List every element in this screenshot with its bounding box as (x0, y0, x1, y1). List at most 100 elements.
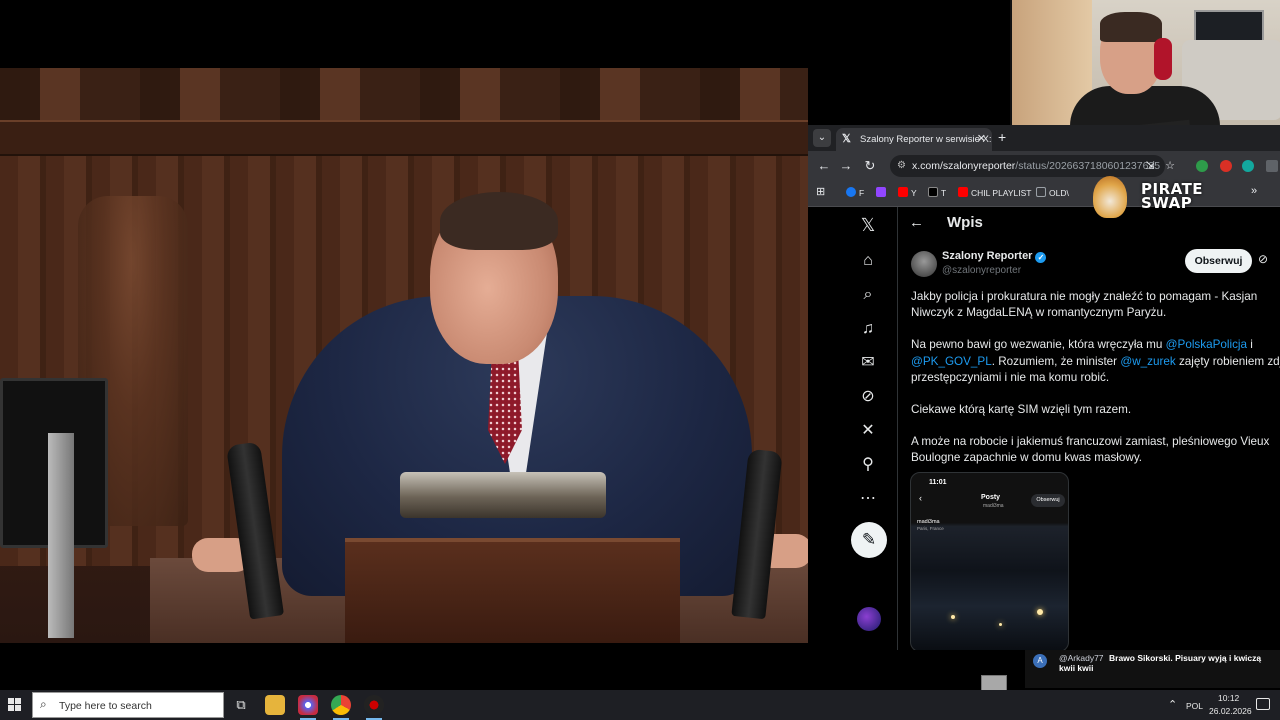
clock-date[interactable]: 26.02.2026 (1209, 706, 1252, 716)
tab-active[interactable]: 𝕏 Szalony Reporter w serwisie X: ✕ (836, 128, 992, 151)
search-placeholder: Type here to search (59, 700, 152, 712)
bookmark-item[interactable]: CHIL PLAYLIST (958, 187, 1031, 198)
brand-text: PIRATE SWAP (1141, 180, 1204, 212)
screen: ⌄ 𝕏 Szalony Reporter w serwisie X: ✕ + ←… (0, 0, 1280, 720)
obs-icon[interactable] (364, 695, 384, 720)
chat-message: Brawo Sikorski. Pisuary wyją i kwiczą (1109, 653, 1262, 663)
chat-avatar: A (1033, 654, 1047, 668)
tray-overflow-icon[interactable]: ⌃ (1168, 698, 1177, 711)
new-tab-button[interactable]: + (998, 129, 1006, 145)
x-post-view: ← Wpis Szalony Reporter ✓ @szalonyreporte… (899, 207, 1280, 650)
post-paragraph: Ciekawe którą kartę SIM wzięli tym razem… (911, 403, 1132, 417)
embedded-title: Posty (981, 494, 1001, 501)
browser-app-icon[interactable] (298, 695, 318, 720)
home-icon[interactable]: ⌂ (858, 251, 878, 271)
x-sidebar: 𝕏 ⌂ ⌕ ♫ ✉ ⊘ ✕ ⚲ ⋯ ✎ (808, 207, 898, 650)
author-name-link[interactable]: Szalony Reporter ✓ (942, 250, 1047, 263)
bookmark-star-icon[interactable]: ☆ (1160, 156, 1180, 176)
extension-red-icon[interactable] (1220, 160, 1232, 172)
bookmark-folder[interactable]: OLD\ (1036, 187, 1069, 198)
back-icon[interactable]: ← (814, 156, 834, 176)
windows-start-icon[interactable] (8, 698, 22, 712)
apps-grid-icon[interactable]: ⊞ (816, 185, 825, 198)
clock-time[interactable]: 10:12 (1218, 693, 1239, 703)
premium-x-icon[interactable]: ✕ (858, 421, 878, 441)
night-light (951, 615, 955, 619)
bookmark-item[interactable]: F (846, 187, 864, 198)
page-title: Wpis (947, 214, 983, 231)
more-icon[interactable]: ⋯ (858, 489, 878, 509)
monitor-stand (48, 433, 74, 638)
grok-icon[interactable]: ⊘ (858, 387, 878, 407)
bookmark-item[interactable] (876, 187, 889, 198)
wood-cornice (0, 120, 808, 156)
lectern-top (400, 472, 606, 518)
file-explorer-icon[interactable] (265, 695, 285, 715)
streamer-hair (1100, 12, 1162, 42)
url-path: /status/2026637180601237635 (1015, 160, 1161, 172)
chrome-icon[interactable] (331, 695, 351, 720)
profile-icon[interactable]: ⚲ (858, 455, 878, 475)
site-info-icon[interactable]: ⚙ (897, 155, 906, 177)
compose-post-button[interactable]: ✎ (851, 522, 887, 558)
facebook-icon (846, 187, 856, 197)
search-icon[interactable]: ⌕ (858, 285, 878, 305)
youtube-icon (958, 187, 968, 197)
tab-title: Szalony Reporter w serwisie X: (860, 134, 992, 145)
twitch-icon (876, 187, 886, 197)
grok-explain-icon[interactable]: ⊘ (1258, 252, 1268, 266)
embedded-user: madi3ma (917, 519, 940, 525)
back-arrow-icon[interactable]: ← (909, 214, 924, 231)
mention-link[interactable]: @w_zurek (1120, 355, 1175, 368)
account-avatar[interactable] (857, 607, 881, 631)
url-domain: x.com/szalonyreporter (912, 160, 1016, 172)
bookmark-item[interactable]: Y (898, 187, 917, 198)
tab-bar: ⌄ 𝕏 Szalony Reporter w serwisie X: ✕ + (808, 125, 1280, 151)
pirate-skull-icon (1093, 176, 1127, 218)
verified-badge-icon: ✓ (1035, 252, 1047, 263)
x-logo-icon: 𝕏 (842, 133, 851, 145)
mention-link[interactable]: @PolskaPolicja (1166, 338, 1247, 351)
notification-center-icon[interactable] (1256, 698, 1270, 710)
bookmarks-overflow-icon[interactable]: » (1251, 185, 1257, 197)
messages-envelope-icon[interactable]: ✉ (858, 353, 878, 373)
extension-teal-icon[interactable] (1242, 160, 1254, 172)
author-avatar[interactable] (911, 251, 937, 277)
mention-link[interactable]: @PK_GOV_PL (911, 355, 992, 368)
windows-taskbar: ⌕ Type here to search ⧉ ⌃ POL 10:12 26.0… (0, 690, 1280, 720)
youtube-icon (898, 187, 908, 197)
tab-close-button[interactable]: ✕ (977, 128, 986, 151)
post-paragraph: Na pewno bawi go wezwanie, która wręczył… (911, 338, 1280, 384)
author-handle[interactable]: @szalonyreporter (942, 265, 1021, 276)
taskbar-search-input[interactable]: ⌕ Type here to search (32, 692, 224, 718)
headset-icon (1154, 38, 1172, 80)
embedded-time: 11:01 (929, 479, 947, 486)
post-paragraph: A może na robocie i jakiemuś francuzowi … (911, 435, 1270, 465)
notifications-bell-icon[interactable]: ♫ (858, 319, 878, 339)
embedded-subtitle: madi3ma (983, 503, 1004, 509)
task-view-icon[interactable]: ⧉ (231, 695, 251, 715)
install-icon[interactable]: ⇲ (1140, 156, 1160, 176)
tab-search-dropdown[interactable]: ⌄ (813, 129, 831, 147)
follow-button[interactable]: Obserwuj (1185, 249, 1252, 273)
extensions-puzzle-icon[interactable] (1266, 160, 1278, 172)
reload-icon[interactable]: ↻ (860, 156, 880, 176)
embedded-follow: Obserwuj (1031, 494, 1065, 507)
extension-shield-icon[interactable] (1196, 160, 1208, 172)
post-paragraph: Jakby policja i prokuratura nie mogły zn… (911, 290, 1258, 320)
search-icon: ⌕ (40, 697, 47, 711)
x-logo-icon[interactable]: 𝕏 (858, 215, 878, 235)
forward-icon[interactable]: → (836, 156, 856, 176)
folder-icon (1036, 187, 1046, 197)
chat-username: @Arkady77 (1059, 653, 1104, 663)
bookmark-item[interactable]: T (928, 187, 946, 198)
parliament-video[interactable] (0, 68, 808, 643)
post-image-screenshot[interactable]: 11:01 ‹ Posty madi3ma Obserwuj madi3ma P… (910, 472, 1069, 650)
url-input[interactable]: ⚙ x.com/szalonyreporter/status/202663718… (890, 155, 1165, 177)
x-bookmark-icon (928, 187, 938, 197)
stream-chat: A @Arkady77 Brawo Sikorski. Pisuary wyją… (1025, 650, 1280, 688)
night-light (1037, 609, 1043, 615)
chat-message-cont: kwii kwii (1059, 663, 1094, 673)
post-body: Jakby policja i prokuratura nie mogły zn… (911, 289, 1280, 483)
language-indicator[interactable]: POL (1186, 701, 1203, 711)
